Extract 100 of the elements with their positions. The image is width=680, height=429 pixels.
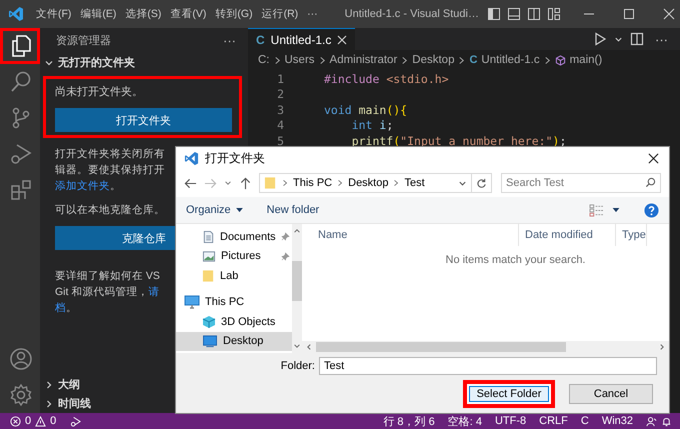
- c-file-icon: C: [256, 32, 265, 46]
- person-icon[interactable]: [646, 416, 657, 426]
- view-list-icon[interactable]: [589, 204, 604, 216]
- panel-layout-icon[interactable]: [506, 7, 521, 21]
- warning-icon[interactable]: [35, 416, 46, 426]
- new-folder-button[interactable]: New folder: [266, 204, 320, 216]
- clone-text: 可以在本地克隆仓库。: [55, 203, 165, 218]
- explorer-tab[interactable]: [0, 28, 40, 64]
- files-icon: [9, 34, 33, 58]
- menu-item[interactable]: 转到(G): [215, 7, 253, 21]
- breadcrumb-item[interactable]: main(): [570, 54, 602, 66]
- app-logo-icon: [8, 6, 24, 22]
- open-folder-button[interactable]: 打开文件夹: [55, 108, 232, 132]
- editor-tab[interactable]: C Untitled-1.c: [248, 28, 356, 50]
- status-item[interactable]: Win32: [602, 415, 633, 427]
- line-number: 5: [276, 134, 284, 148]
- read-docs-link[interactable]: 请: [148, 284, 160, 300]
- run-icon[interactable]: [593, 32, 607, 46]
- path-segment[interactable]: This PC: [293, 177, 332, 189]
- back-arrow-icon[interactable]: [184, 176, 197, 190]
- chevron-right-icon: [318, 56, 326, 64]
- help-icon[interactable]: [644, 202, 659, 218]
- document-icon: [202, 230, 215, 244]
- period-text: 。: [110, 179, 121, 194]
- status-item[interactable]: C: [580, 415, 589, 427]
- code-line: void main(){: [324, 102, 408, 117]
- line-number: 2: [276, 87, 284, 102]
- bell-icon[interactable]: [661, 416, 672, 426]
- chevron-right-icon: [282, 179, 288, 187]
- search-icon: [9, 70, 33, 94]
- c-file-icon: C: [469, 54, 478, 66]
- breadcrumb-item[interactable]: Desktop: [412, 54, 454, 66]
- nav-item[interactable]: Lab: [176, 266, 292, 286]
- nav-item[interactable]: 3D Objects: [176, 312, 292, 332]
- menu-item[interactable]: ···: [307, 8, 318, 20]
- close-icon[interactable]: [648, 152, 659, 164]
- organize-menu[interactable]: Organize: [186, 204, 243, 216]
- chevron-right-icon: [544, 56, 551, 64]
- path-segment[interactable]: Test: [404, 177, 425, 189]
- dropdown-icon: [236, 208, 243, 212]
- menu-item[interactable]: 查看(V): [170, 7, 206, 21]
- breadcrumb-item[interactable]: Untitled-1.c: [481, 54, 540, 66]
- dropdown-icon[interactable]: [612, 208, 620, 212]
- learn-more-text: Git 和源代码管理，: [55, 285, 148, 300]
- maximize-icon[interactable]: [622, 8, 635, 20]
- menu-item[interactable]: 文件(F): [36, 7, 72, 21]
- code-line: int i;: [350, 118, 394, 132]
- run-debug-icon[interactable]: [70, 416, 82, 426]
- select-folder-button[interactable]: Select Folder: [463, 380, 555, 408]
- scrollbar[interactable]: [302, 341, 669, 353]
- add-folder-link[interactable]: 添加文件夹: [55, 178, 110, 194]
- up-arrow-icon[interactable]: [239, 176, 252, 190]
- folder-icon: [202, 268, 215, 283]
- nav-item[interactable]: Desktop: [176, 332, 292, 351]
- status-item[interactable]: UTF-8: [494, 415, 526, 427]
- menu-item[interactable]: 编辑(E): [80, 7, 116, 21]
- line-number: 3: [276, 102, 284, 117]
- warning-count[interactable]: 0: [50, 415, 56, 427]
- folder-field[interactable]: Test: [319, 357, 657, 375]
- breadcrumb-item[interactable]: Users: [284, 54, 315, 66]
- address-bar[interactable]: This PC Desktop Test: [259, 173, 472, 193]
- scroll-right-icon: [658, 343, 666, 351]
- breadcrumb-item[interactable]: C:: [258, 54, 270, 66]
- refresh-icon: [476, 178, 487, 188]
- error-count[interactable]: 0: [25, 415, 32, 427]
- layout-grid-icon[interactable]: [546, 7, 561, 21]
- section-header[interactable]: 无打开的文件夹: [40, 52, 248, 73]
- column-header[interactable]: Name: [302, 224, 519, 246]
- account-icon: [9, 347, 33, 371]
- docs-link[interactable]: 档: [55, 300, 66, 316]
- sidebar-layout-icon[interactable]: [486, 7, 501, 21]
- computer-icon: [184, 295, 200, 310]
- chevron-icon[interactable]: [224, 179, 232, 187]
- error-icon[interactable]: [10, 416, 21, 426]
- chevron-right-icon: [458, 56, 466, 64]
- sidebar-title: 资源管理器: [56, 34, 111, 48]
- column-header[interactable]: Date modified: [519, 224, 616, 246]
- more-actions-button[interactable]: ···: [223, 32, 236, 48]
- window-title: Untitled-1.c - Visual Studi…: [344, 8, 479, 20]
- split-layout-icon[interactable]: [526, 7, 541, 21]
- column-header[interactable]: Type: [616, 224, 647, 246]
- scrollbar[interactable]: [292, 224, 302, 353]
- status-item[interactable]: 空格: 4: [448, 414, 482, 428]
- line-number: 4: [276, 118, 284, 132]
- status-item[interactable]: 行 8，列 6: [383, 414, 435, 428]
- menu-item[interactable]: 运行(R): [262, 7, 298, 21]
- picture-icon: [202, 250, 216, 263]
- settings-icon: [9, 383, 33, 407]
- menu-item[interactable]: 选择(S): [125, 7, 162, 21]
- breadcrumb-item[interactable]: Administrator: [330, 54, 398, 66]
- path-segment[interactable]: Desktop: [348, 177, 388, 189]
- chevron-right-icon: [393, 179, 400, 187]
- more-actions-button[interactable]: ···: [655, 32, 668, 46]
- split-editor-icon[interactable]: [630, 32, 644, 46]
- search-field[interactable]: Search Test: [501, 173, 661, 193]
- nav-item[interactable]: This PC: [176, 292, 292, 312]
- no-folder-message: 尚未打开文件夹。: [55, 84, 144, 99]
- scroll-up-icon: [292, 227, 301, 235]
- status-item[interactable]: CRLF: [539, 415, 568, 427]
- refresh-button[interactable]: [472, 173, 492, 193]
